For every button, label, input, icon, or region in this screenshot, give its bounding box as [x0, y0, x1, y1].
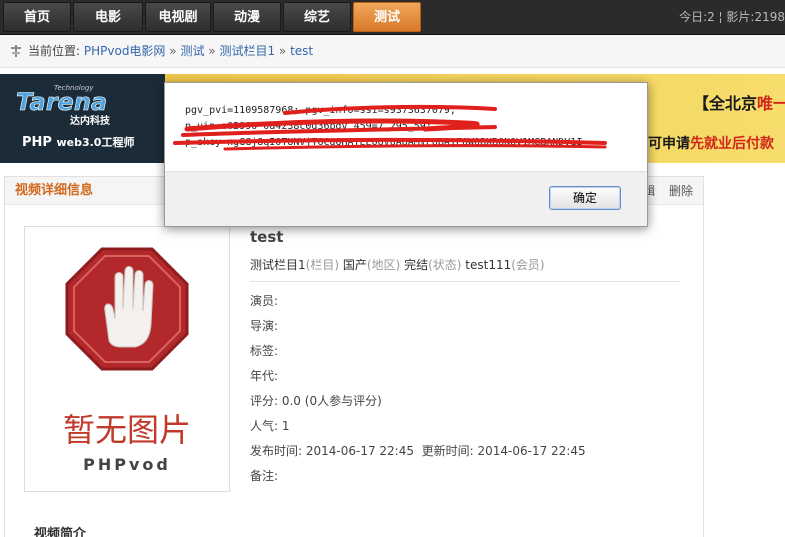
- tab-movies[interactable]: 电影: [73, 2, 143, 32]
- divider: [250, 281, 680, 282]
- field-tags: 标签:: [250, 344, 279, 358]
- published-time: 发布时间: 2014-06-17 22:45: [250, 444, 414, 458]
- banner-headline-b: 唯一: [757, 94, 785, 113]
- tab-variety[interactable]: 综艺: [283, 2, 351, 32]
- video-meta: 测试栏目1(栏目) 国产(地区) 完结(状态) test111(会员): [250, 256, 545, 273]
- field-actors: 演员:: [250, 294, 279, 308]
- field-rating: 评分: 0.0 (0人参与评分): [250, 394, 382, 408]
- field-director: 导演:: [250, 319, 279, 333]
- panel-title: 视频详细信息: [15, 183, 94, 198]
- banner-headline-a: 【全北京: [693, 94, 758, 113]
- banner-tagline-a: 可申请: [648, 136, 690, 152]
- top-navigation: 首页 电影 电视剧 动漫 综艺 测试 今日:2 ¦ 影片:2198: [0, 0, 785, 35]
- location-icon: [11, 45, 21, 57]
- video-title: test: [250, 228, 284, 246]
- poster-brand: PHPvod: [83, 455, 171, 474]
- meta-region-tag: (地区): [366, 258, 401, 272]
- updated-time: 更新时间: 2014-06-17 22:45: [421, 444, 586, 458]
- breadcrumb: 当前位置: PHPvod电影网 » 测试 » 测试栏目1 » test: [28, 35, 313, 68]
- field-dates: 发布时间: 2014-06-17 22:45 更新时间: 2014-06-17 …: [250, 442, 586, 459]
- field-remarks: 备注:: [250, 469, 279, 483]
- meta-category[interactable]: 测试栏目1: [250, 258, 306, 272]
- banner-tagline: 可申请先就业后付款: [648, 133, 774, 153]
- ok-button[interactable]: 确定: [549, 186, 621, 210]
- breadcrumb-separator: »: [278, 44, 287, 58]
- breadcrumb-link-subcategory[interactable]: 测试栏目1: [219, 44, 275, 58]
- field-year: 年代:: [250, 369, 279, 383]
- breadcrumb-prefix: 当前位置:: [28, 44, 81, 58]
- tab-home[interactable]: 首页: [3, 2, 71, 32]
- tarena-logo: Technology Tarena 达内科技: [16, 84, 111, 126]
- banner-headline: 【全北京唯一: [693, 90, 785, 114]
- breadcrumb-link-current[interactable]: test: [290, 44, 313, 58]
- video-info: test 测试栏目1(栏目) 国产(地区) 完结(状态) test111(会员)…: [250, 228, 680, 483]
- alert-dialog: pgv_pvi=1109587968; pgv_info=ssi=s937363…: [164, 82, 648, 227]
- meta-region[interactable]: 国产: [343, 258, 367, 272]
- tab-test[interactable]: 测试: [353, 2, 421, 32]
- meta-member[interactable]: test111: [465, 258, 511, 272]
- delete-link[interactable]: 删除: [669, 184, 693, 198]
- banner-course-small: web3.0工程师: [56, 136, 135, 149]
- redaction-scribble: [173, 104, 607, 151]
- breadcrumb-link-category[interactable]: 测试: [180, 44, 204, 58]
- tab-tv-series[interactable]: 电视剧: [145, 2, 211, 32]
- logo-cn-text: 达内科技: [70, 114, 111, 126]
- banner-course-main: PHP: [22, 135, 52, 150]
- no-image-text: 暂无图片: [62, 411, 191, 449]
- field-popularity: 人气: 1: [250, 419, 290, 433]
- banner-course: PHP web3.0工程师: [22, 134, 134, 150]
- meta-status[interactable]: 完结: [404, 258, 428, 272]
- breadcrumb-bar: 当前位置: PHPvod电影网 » 测试 » 测试栏目1 » test: [0, 35, 785, 68]
- logo-name-text: Tarena: [16, 88, 107, 116]
- banner-tagline-b: 先就业后付款: [690, 136, 774, 152]
- video-poster: 暂无图片 PHPvod: [24, 226, 230, 492]
- alert-message: pgv_pvi=1109587968; pgv_info=ssi=s937363…: [165, 83, 647, 171]
- alert-footer: 确定: [165, 171, 647, 226]
- site-stats: 今日:2 ¦ 影片:2198: [679, 10, 785, 24]
- stop-hand-icon: [65, 247, 189, 371]
- meta-category-tag: (栏目): [305, 258, 340, 272]
- tab-anime[interactable]: 动漫: [213, 2, 281, 32]
- meta-member-tag: (会员): [511, 258, 545, 272]
- intro-heading: 视频简介: [34, 527, 87, 537]
- breadcrumb-separator: »: [208, 44, 216, 58]
- breadcrumb-separator: »: [169, 44, 177, 58]
- breadcrumb-link-home[interactable]: PHPvod电影网: [84, 44, 166, 58]
- meta-status-tag: (状态): [428, 258, 462, 272]
